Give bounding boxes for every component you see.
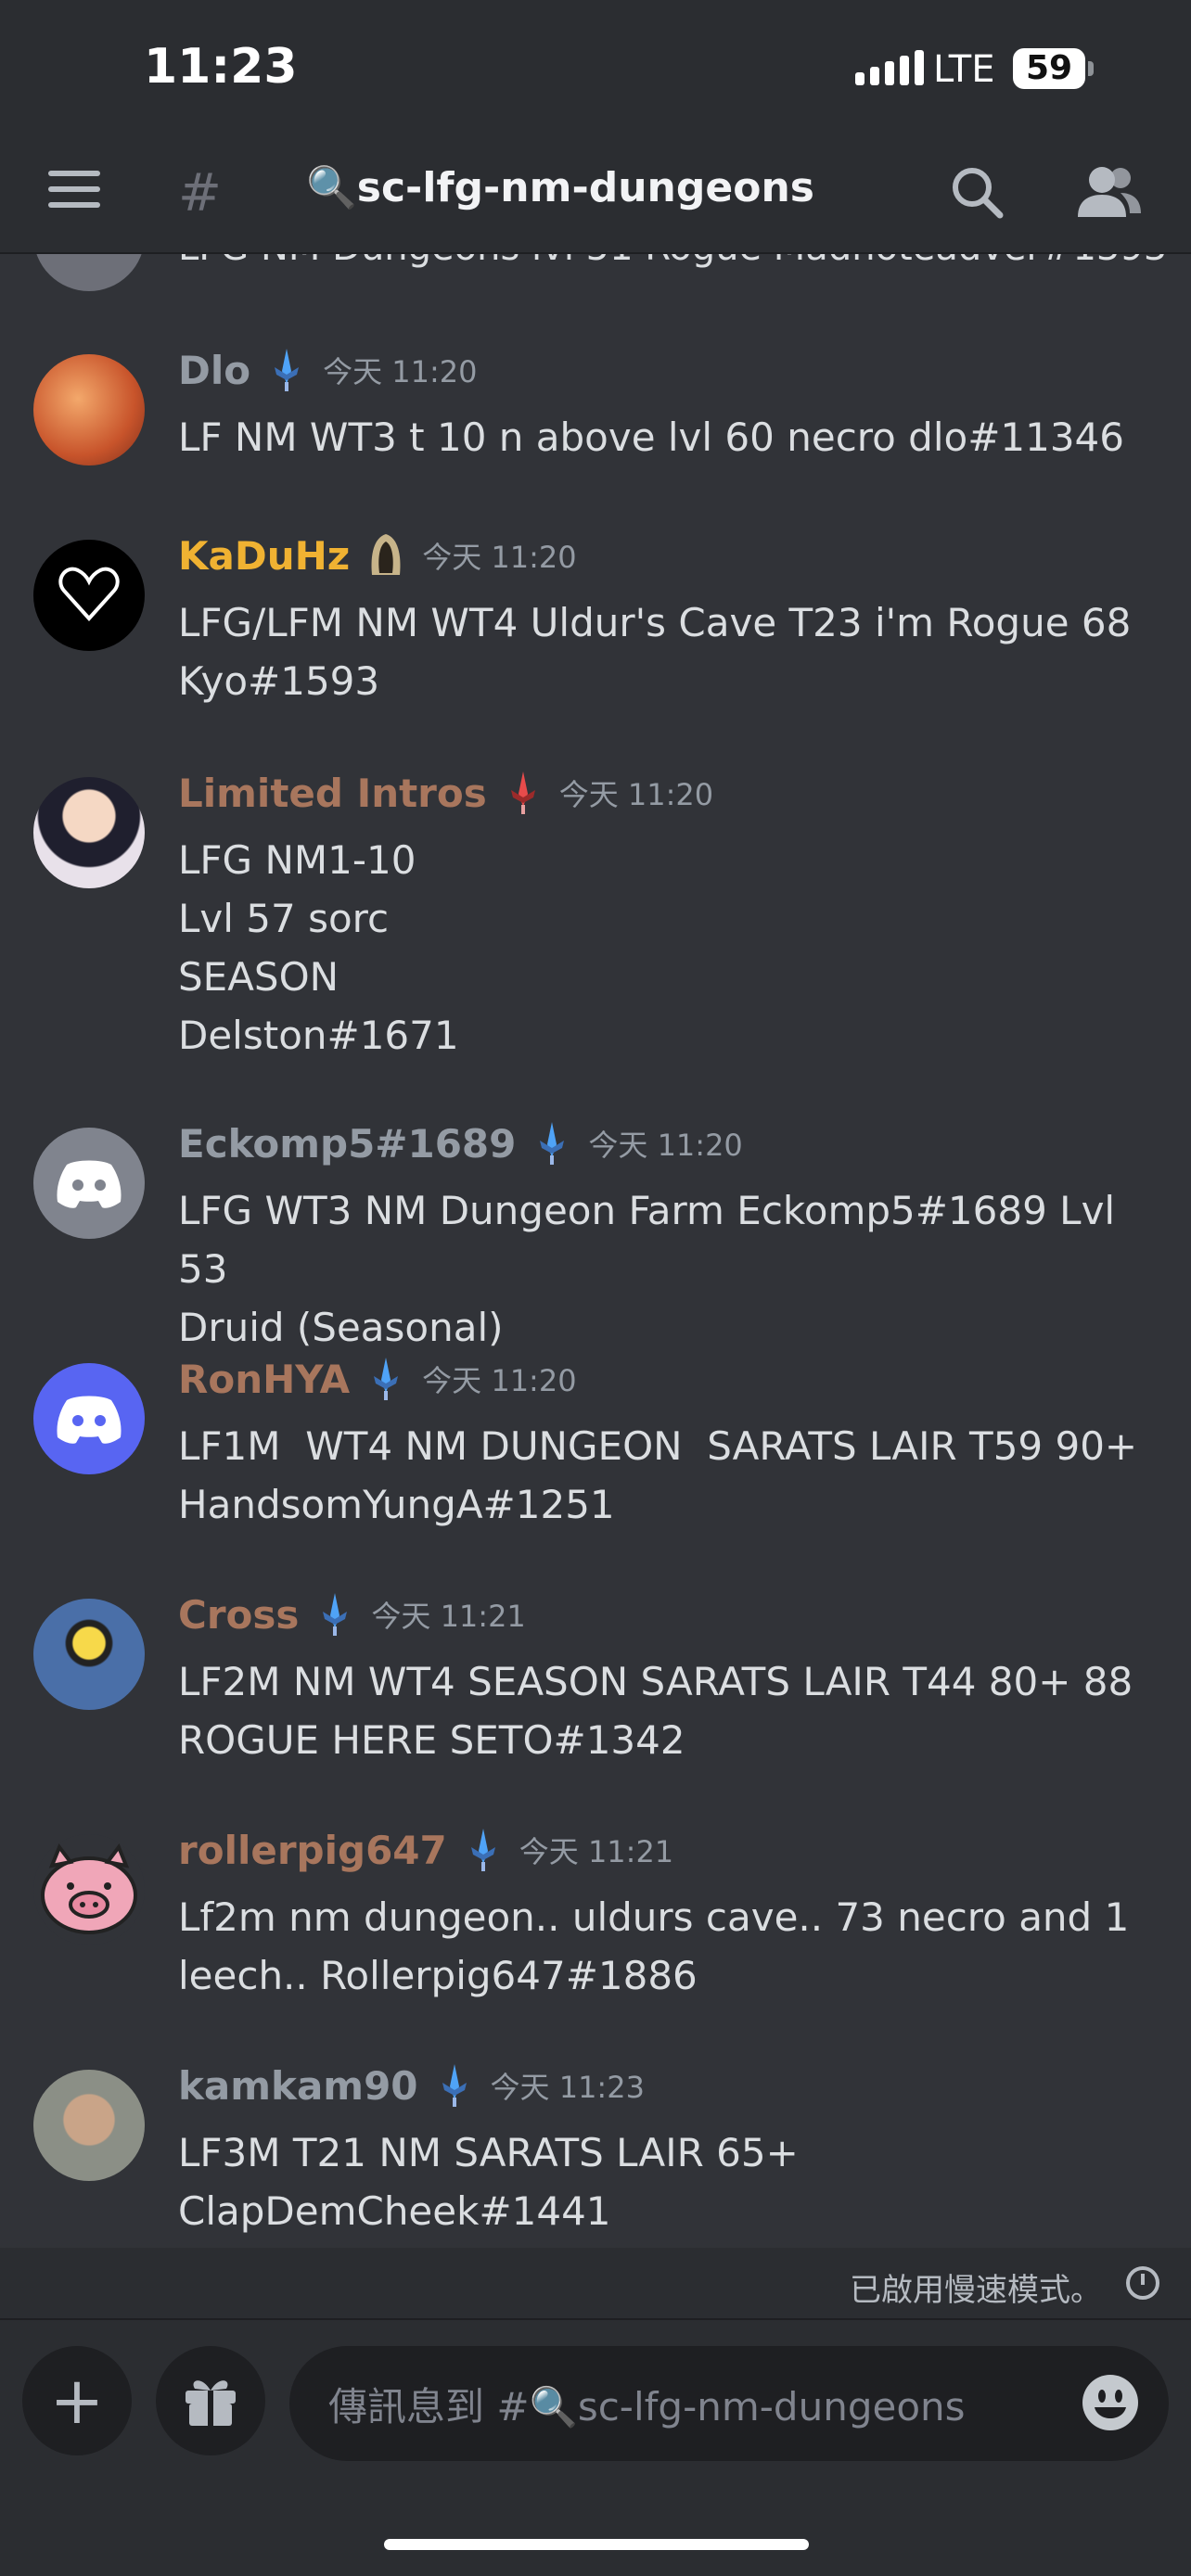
avatar[interactable] xyxy=(33,1128,145,1239)
message-text: Lf2m nm dungeon.. uldurs cave.. 73 necro… xyxy=(178,1894,1130,1998)
username[interactable]: Eckomp5#1689 xyxy=(178,1121,516,1167)
slow-mode-bar: 已啟用慢速模式。 xyxy=(0,2248,1191,2318)
message-text: LF1M WT4 NM DUNGEON SARATS LAIR T59 90+ … xyxy=(178,1423,1138,1527)
avatar[interactable] xyxy=(33,254,145,291)
hash-lock-icon: # xyxy=(178,163,222,223)
status-time: 11:23 xyxy=(144,39,298,95)
battery-icon: 59 xyxy=(1013,48,1094,89)
members-icon[interactable] xyxy=(1074,159,1143,224)
timestamp: 今天 11:20 xyxy=(422,1363,577,1398)
hooded-figure-icon xyxy=(371,534,401,575)
username[interactable]: Cross xyxy=(178,1592,299,1638)
username[interactable]: RonHYA xyxy=(178,1357,350,1402)
timer-icon xyxy=(1126,2266,1159,2300)
sword-role-icon xyxy=(442,2064,467,2107)
channel-name[interactable]: 🔍sc-lfg-nm-dungeons xyxy=(306,163,814,211)
message-text: LF2M NM WT4 SEASON SARATS LAIR T44 80+ 8… xyxy=(178,1659,1133,1763)
timestamp: 今天 11:20 xyxy=(422,540,577,575)
avatar[interactable] xyxy=(33,777,145,888)
plus-icon: + xyxy=(49,2363,105,2439)
heart-logo-icon xyxy=(58,567,120,621)
username[interactable]: rollerpig647 xyxy=(178,1828,447,1873)
home-indicator[interactable] xyxy=(384,2539,809,2550)
avatar[interactable] xyxy=(33,2070,145,2181)
slow-mode-label: 已啟用慢速模式。 xyxy=(850,2272,1102,2309)
timestamp: 今天 11:20 xyxy=(558,777,714,812)
sword-role-icon xyxy=(470,1829,495,1871)
timestamp: 今天 11:21 xyxy=(519,1834,674,1869)
emoji-icon[interactable] xyxy=(1082,2374,1139,2431)
sword-role-icon xyxy=(374,1358,399,1400)
username[interactable]: Dlo xyxy=(178,348,250,393)
hamburger-icon[interactable] xyxy=(48,171,104,211)
avatar[interactable] xyxy=(33,1363,145,1474)
sword-role-icon xyxy=(540,1122,565,1165)
timestamp: 今天 11:23 xyxy=(490,2070,645,2105)
message-input[interactable]: 傳訊息到 #🔍sc-lfg-nm-dungeons xyxy=(289,2346,1169,2461)
message-text: LF3M T21 NM SARATS LAIR 65+ ClapDemCheek… xyxy=(178,2130,799,2234)
avatar[interactable] xyxy=(33,540,145,651)
sword-role-icon xyxy=(510,772,535,814)
network-type: LTE xyxy=(933,48,995,91)
gift-icon xyxy=(186,2380,236,2426)
search-icon[interactable] xyxy=(944,159,1009,224)
username[interactable]: Limited Intros xyxy=(178,771,487,816)
discord-logo-icon xyxy=(57,1396,122,1444)
timestamp: 今天 11:20 xyxy=(323,354,478,389)
sword-role-icon xyxy=(275,349,300,391)
message-text: LF NM WT3 t 10 n above lvl 60 necro dlo#… xyxy=(178,414,1124,460)
timestamp: 今天 11:21 xyxy=(371,1599,526,1634)
username[interactable]: kamkam90 xyxy=(178,2063,418,2109)
message-text: LFG WT3 NM Dungeon Farm Eckomp5#1689 Lvl… xyxy=(178,1188,1116,1350)
username[interactable]: KaDuHz xyxy=(178,533,350,579)
message-text: LFG/LFM NM WT4 Uldur's Cave T23 i'm Rogu… xyxy=(178,600,1132,704)
sword-role-icon xyxy=(323,1593,348,1636)
add-attachment-button[interactable]: + xyxy=(22,2346,132,2455)
timestamp: 今天 11:20 xyxy=(588,1128,743,1163)
message-placeholder: 傳訊息到 #🔍sc-lfg-nm-dungeons xyxy=(328,2383,966,2429)
pig-icon xyxy=(41,1843,137,1934)
avatar[interactable] xyxy=(33,1599,145,1710)
discord-logo-icon xyxy=(57,1160,122,1208)
avatar[interactable] xyxy=(33,1834,145,1945)
message-text: LFG NM1-10 Lvl 57 sorc SEASON Delston#16… xyxy=(178,837,459,1058)
message-composer: + 傳訊息到 #🔍sc-lfg-nm-dungeons xyxy=(0,2318,1191,2576)
message-feed[interactable]: LFG NM Dungeons lvl 51 Rogue Madnoteadve… xyxy=(0,254,1191,2248)
cutoff-message: LFG NM Dungeons lvl 51 Rogue Madnoteadve… xyxy=(178,254,1167,269)
signal-icon xyxy=(855,48,924,85)
gift-button[interactable] xyxy=(156,2346,265,2455)
avatar[interactable] xyxy=(33,354,145,465)
top-bar: 11:23 LTE 59 # 🔍sc-lfg-nm-dungeons xyxy=(0,0,1191,254)
